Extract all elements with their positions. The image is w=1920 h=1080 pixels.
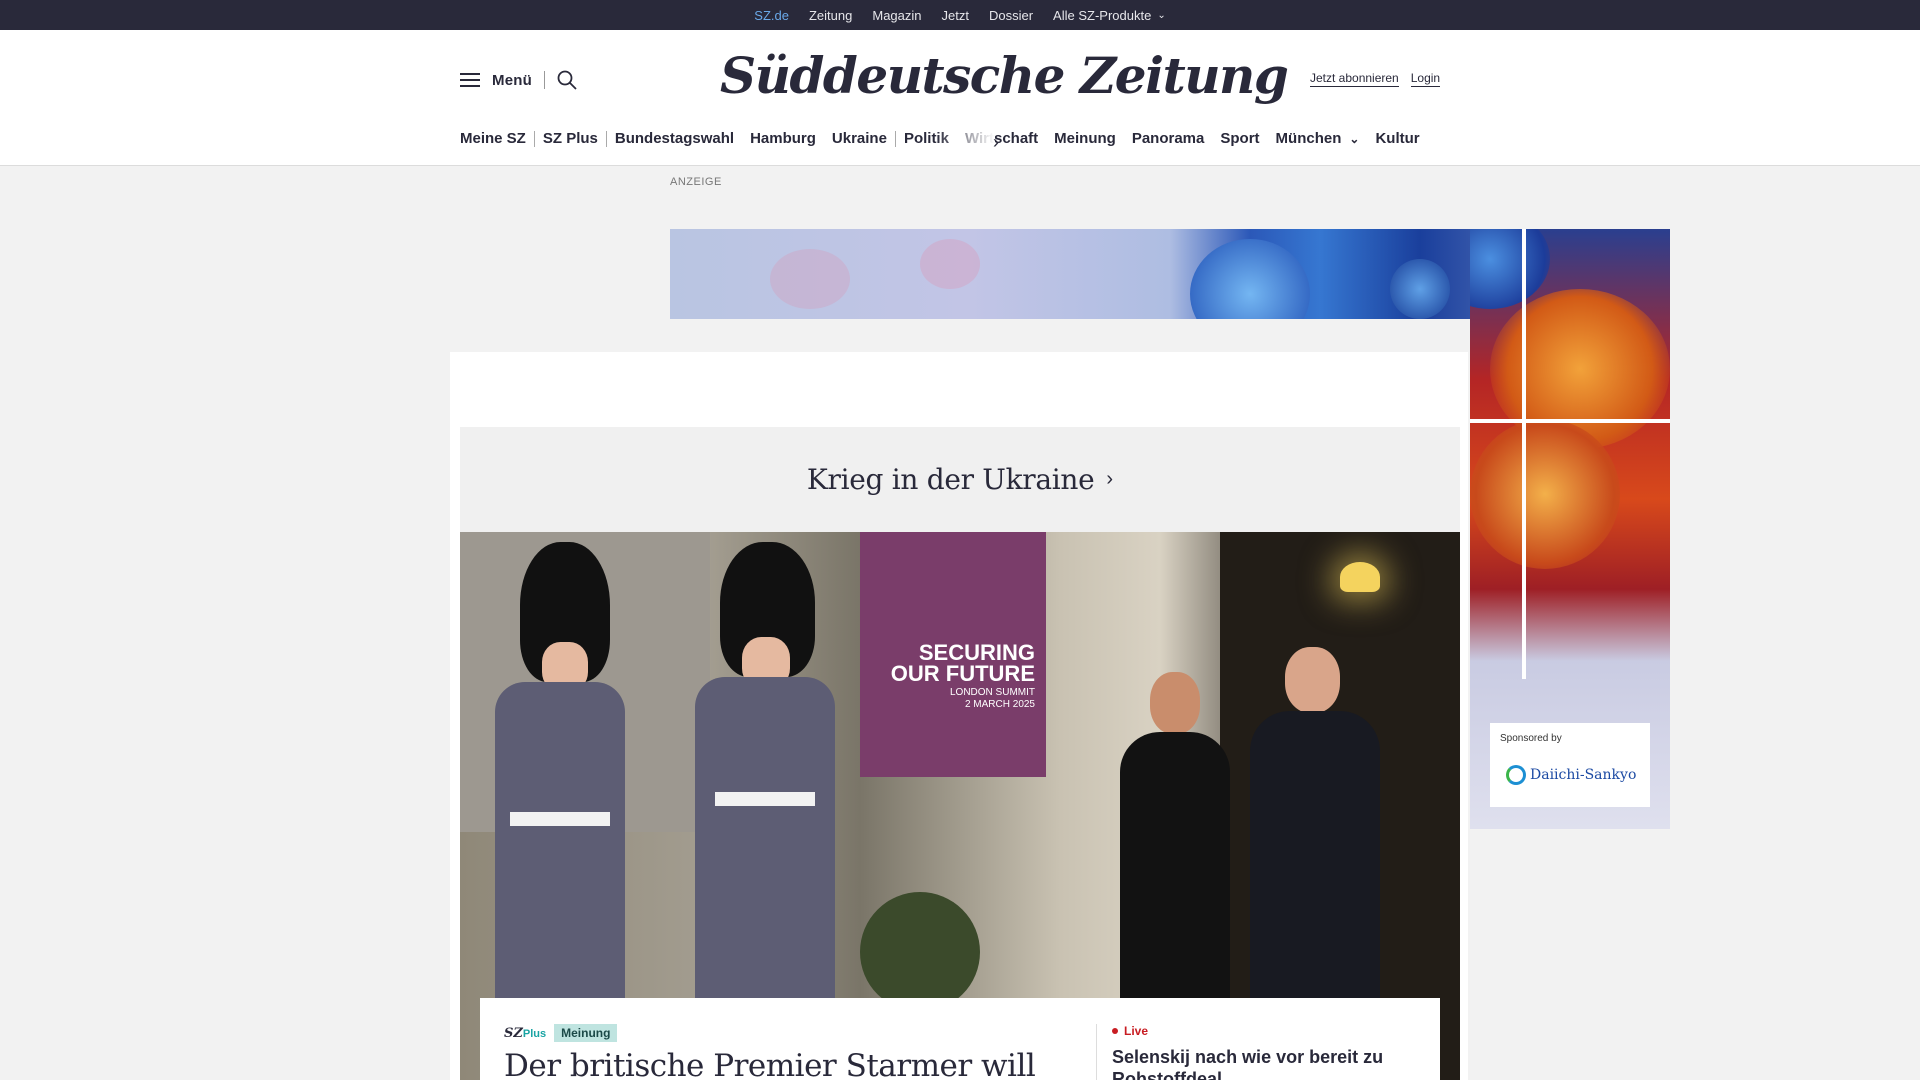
login-link[interactable]: Login — [1410, 71, 1441, 87]
nav-item-panorama[interactable]: Panorama — [1124, 130, 1213, 147]
sponsor-name: Daiichi-Sankyo — [1530, 767, 1637, 783]
dossier-header[interactable]: Krieg in der Ukraine › — [460, 427, 1460, 532]
article-teaser[interactable]: SZPlus Meinung Der britische Premier Sta… — [480, 998, 1440, 1080]
nav-item-bundestagswahl[interactable]: Bundestagswahl — [607, 130, 742, 147]
crosshair-graphic — [1522, 229, 1526, 679]
nav-fade — [935, 130, 995, 152]
category-badge: Meinung — [554, 1024, 618, 1042]
ad-label: ANZEIGE — [670, 176, 722, 188]
nav-item-muenchen[interactable]: München ⌄ — [1268, 130, 1368, 147]
topbar-link-dossier[interactable]: Dossier — [989, 0, 1033, 30]
topbar-link-magazin[interactable]: Magazin — [872, 0, 921, 30]
menu-button[interactable]: Menü — [460, 70, 577, 90]
topbar-link-jetzt[interactable]: Jetzt — [942, 0, 969, 30]
hamburger-icon — [460, 73, 480, 87]
teaser-badges: SZPlus Meinung — [504, 1024, 618, 1042]
nav-item-meine-sz[interactable]: Meine SZ — [460, 130, 534, 147]
nav-item-sport[interactable]: Sport — [1212, 130, 1267, 147]
shrub — [860, 892, 980, 1012]
header-divider — [543, 71, 545, 89]
chevron-right-icon[interactable]: › — [993, 132, 999, 153]
summit-sign: SECURING OUR FUTURE LONDON SUMMIT 2 MARC… — [860, 532, 1046, 777]
sponsor-logo: Daiichi-Sankyo — [1506, 765, 1636, 785]
lamp — [1340, 562, 1380, 592]
sign-line-location: LONDON SUMMIT — [950, 687, 1035, 698]
nav-item-meinung[interactable]: Meinung — [1046, 130, 1124, 147]
live-badge: Live — [1112, 1024, 1148, 1038]
sign-main-text: SECURING OUR FUTURE — [890, 640, 1035, 686]
site-header: Menü Süddeutsche Zeitung Jetzt abonniere… — [0, 30, 1920, 166]
sponsor-ring-icon — [1506, 765, 1526, 785]
ad-skyscraper[interactable]: Sponsored by Daiichi-Sankyo — [1470, 229, 1670, 829]
crosshair-graphic — [1470, 419, 1670, 423]
nav-muenchen-label: München — [1275, 130, 1342, 147]
topbar-link-all-products[interactable]: Alle SZ-Produkte ⌄ — [1053, 0, 1166, 30]
chevron-right-icon: › — [1106, 468, 1114, 490]
chevron-down-icon: ⌄ — [1349, 131, 1360, 146]
product-bar: SZ.de Zeitung Magazin Jetzt Dossier Alle… — [0, 0, 1920, 35]
site-logo[interactable]: Süddeutsche Zeitung — [720, 46, 1289, 105]
sponsor-label: Sponsored by — [1500, 733, 1562, 744]
dossier-title: Krieg in der Ukraine — [806, 463, 1095, 496]
sz-plus-plus: Plus — [522, 1027, 547, 1040]
nav-item-sz-plus[interactable]: SZ Plus — [535, 130, 606, 147]
live-dot-icon — [1112, 1028, 1118, 1034]
live-headline[interactable]: Selenskij nach wie vor bereit zu Rohstof… — [1112, 1046, 1422, 1080]
sign-line-date: 2 MARCH 2025 — [964, 699, 1035, 710]
nav-item-ukraine[interactable]: Ukraine — [824, 130, 895, 147]
nav-item-kultur[interactable]: Kultur — [1367, 130, 1427, 147]
topbar-link-szde[interactable]: SZ.de — [754, 0, 789, 35]
teaser-divider — [1096, 1024, 1097, 1080]
account-links: Jetzt abonnieren Login — [1310, 71, 1441, 87]
nav-item-hamburg[interactable]: Hamburg — [742, 130, 824, 147]
search-icon[interactable] — [557, 70, 577, 90]
sz-plus-sz: SZ — [504, 1025, 523, 1041]
live-label: Live — [1124, 1024, 1149, 1038]
main-content: Krieg in der Ukraine › SECURING OUR FUTU… — [450, 352, 1468, 1080]
menu-label: Menü — [492, 71, 532, 89]
sponsor-box: Sponsored by Daiichi-Sankyo — [1490, 723, 1650, 807]
chevron-down-icon: ⌄ — [1157, 9, 1166, 21]
topbar-link-zeitung[interactable]: Zeitung — [809, 0, 852, 30]
teaser-headline[interactable]: Der britische Premier Starmer will — [504, 1048, 1036, 1080]
sign-sub-text: LONDON SUMMIT 2 MARCH 2025 — [875, 687, 1035, 711]
sz-plus-badge: SZPlus — [504, 1026, 546, 1041]
subscribe-link[interactable]: Jetzt abonnieren — [1310, 71, 1399, 87]
topbar-all-products-label: Alle SZ-Produkte — [1053, 7, 1152, 23]
